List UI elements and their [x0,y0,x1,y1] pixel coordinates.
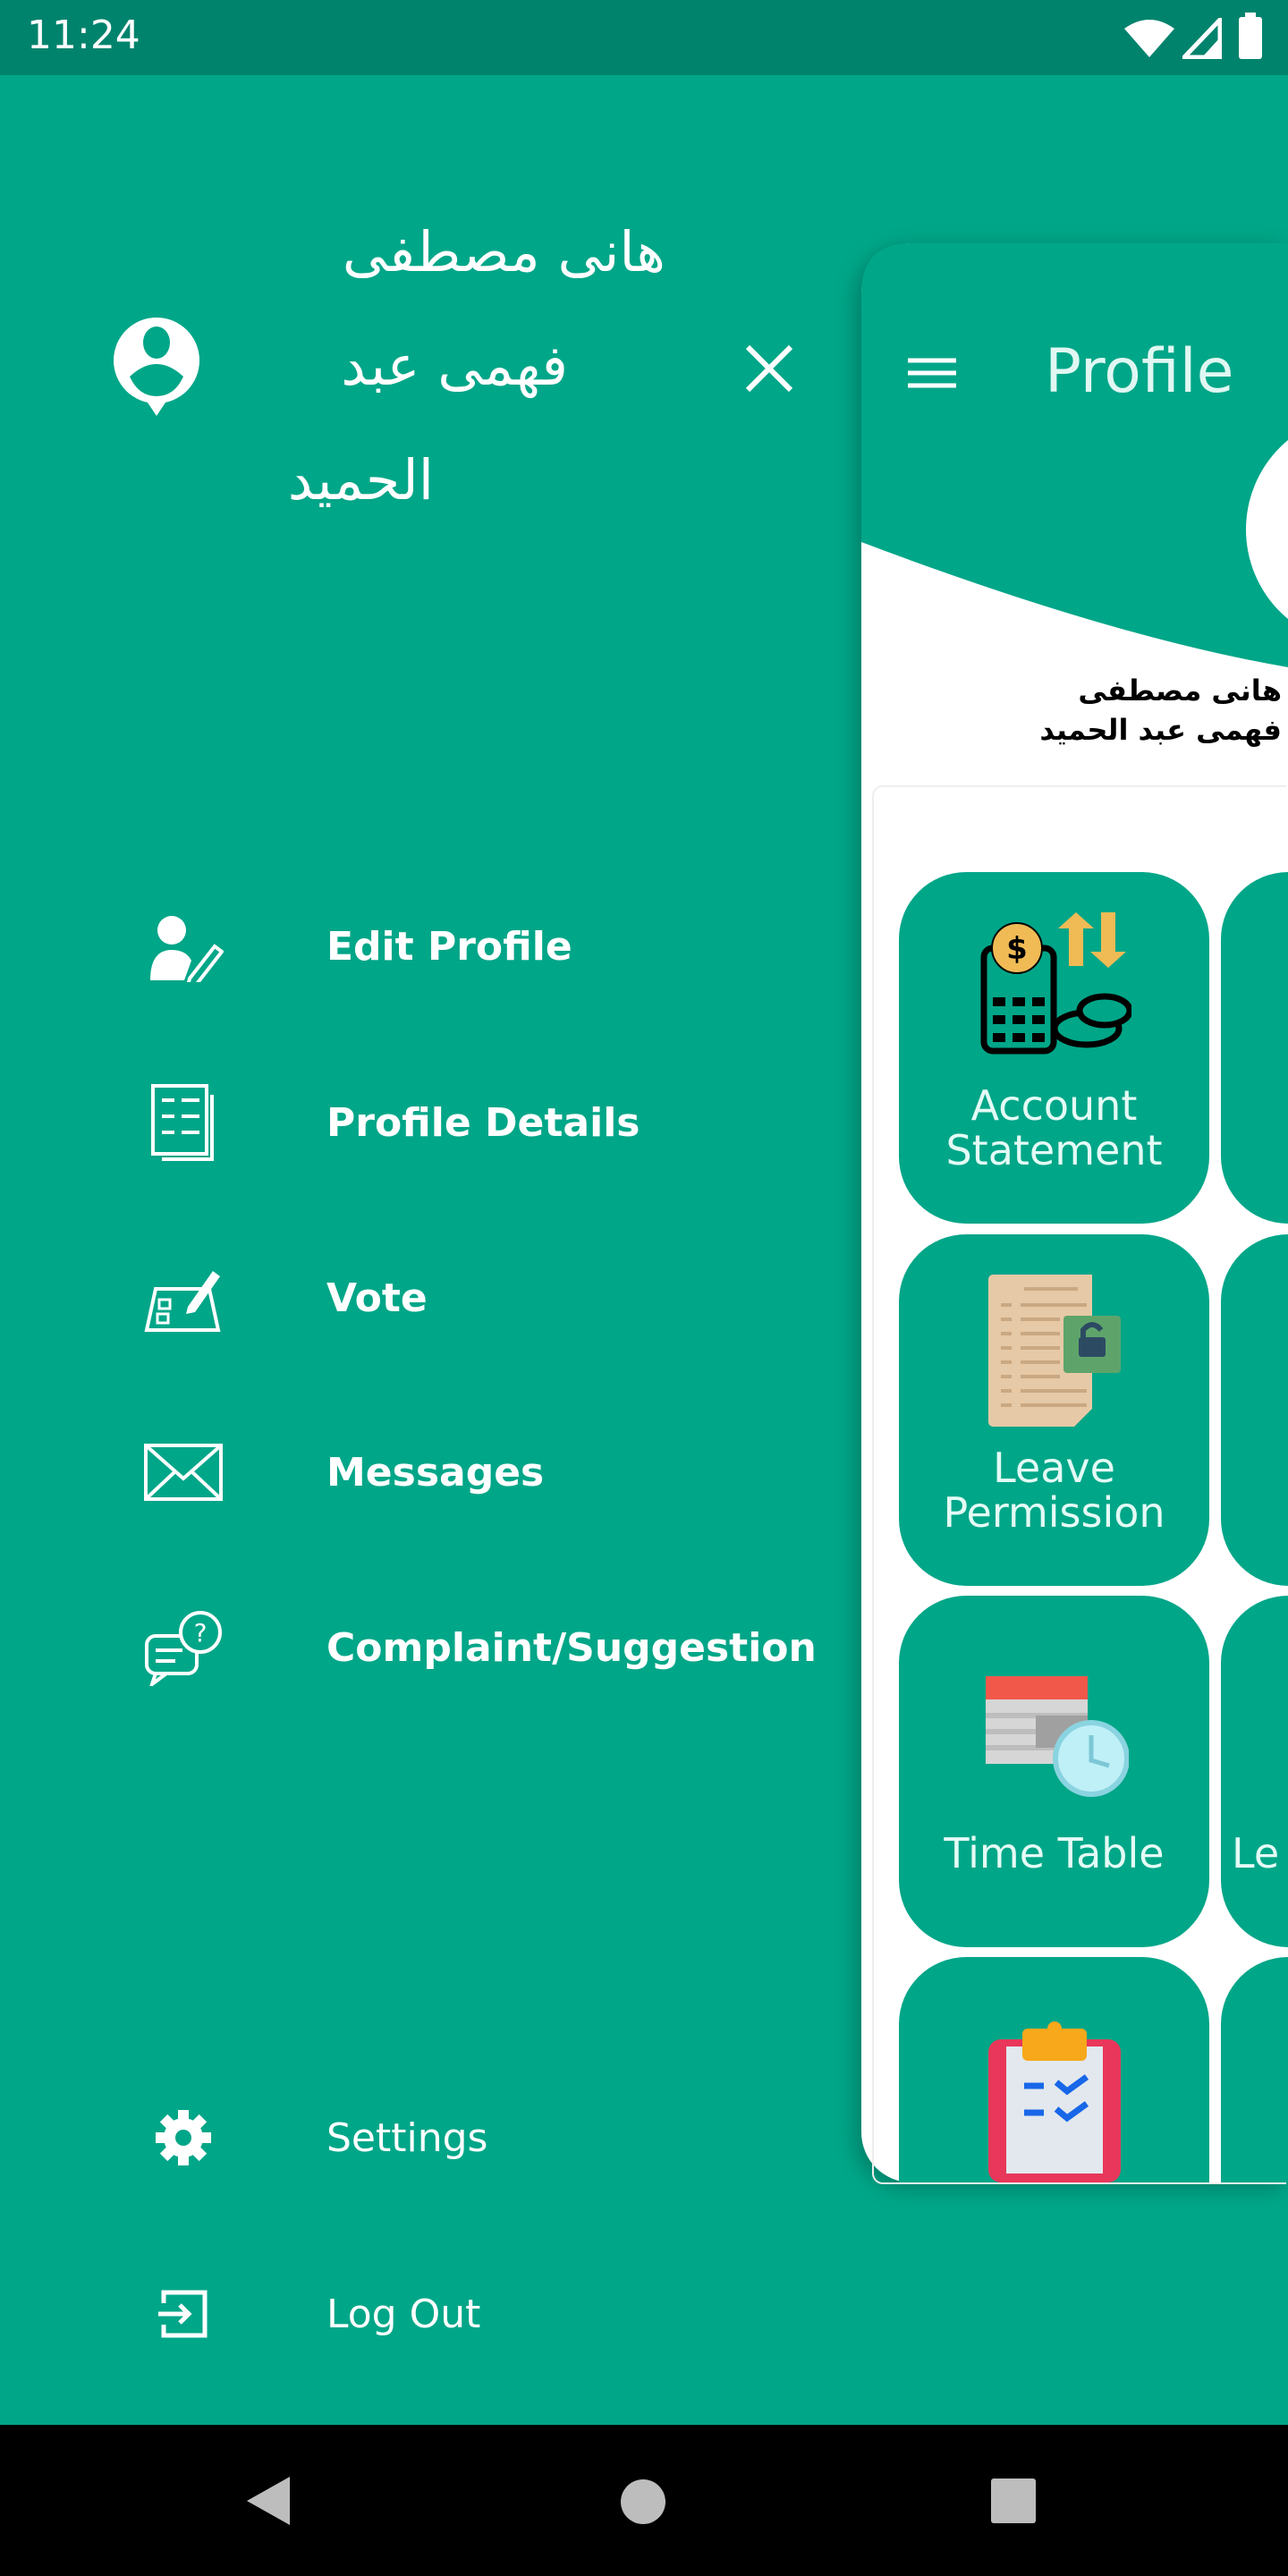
main-screen-card[interactable]: Profile هانى مصطفى فهمى عبد الحميد $ Acc… [861,243,1288,2184]
battery-icon [1239,13,1262,59]
menu-label: Settings [326,2114,488,2161]
home-icon[interactable] [620,2479,666,2525]
page-title: Profile [1045,336,1234,407]
menu-label: Profile Details [326,1099,640,1146]
status-time: 11:24 [27,13,140,58]
menu-item-edit-profile[interactable]: Edit Profile [134,893,778,1000]
system-nav-bar [0,2425,1288,2576]
menu-label: Vote [326,1275,428,1321]
chat-question-icon: ? [134,1603,233,1692]
status-bar: 11:24 [0,0,1288,75]
envelope-icon [134,1428,233,1517]
menu-item-profile-details[interactable]: Profile Details [134,1069,778,1176]
menu-item-vote[interactable]: Vote [134,1244,778,1352]
tile-label-line: Time Table [944,1829,1165,1877]
ballot-icon [134,1253,233,1343]
user-name-line-2: فهمى عبد [341,333,568,398]
back-icon[interactable] [245,2475,292,2527]
checklist-icon [988,2021,1121,2182]
tile-label-line: Statement [945,1126,1163,1174]
account-statement-icon: $ [980,912,1131,1055]
tile-time-table[interactable]: Time Table [899,1596,1209,1947]
gear-icon [134,2093,233,2182]
tile-partial[interactable]: Le [1221,1596,1288,1947]
menu-label: Log Out [326,2291,481,2337]
menu-item-messages[interactable]: Messages [134,1419,778,1526]
tile-partial[interactable] [1221,1234,1288,1586]
menu-item-settings[interactable]: Settings [134,2084,778,2191]
tile-partial[interactable] [1221,1957,1288,2182]
user-name-line-3: الحميد [287,447,434,513]
tile-label-partial: Le [1232,1829,1280,1877]
close-icon[interactable] [744,343,794,394]
logout-icon [134,2269,233,2359]
header-curve [861,243,1288,667]
menu-label: Messages [326,1449,545,1496]
tile-account-statement[interactable]: $ Account Statement [899,872,1209,1224]
edit-profile-icon [134,902,233,991]
tile-leave-permission[interactable]: Leave Permission [899,1234,1209,1586]
svg-text:?: ? [194,1618,208,1648]
profile-user-name: هانى مصطفى فهمى عبد الحميد [1039,674,1282,747]
recents-icon[interactable] [991,2479,1036,2523]
menu-item-log-out[interactable]: Log Out [134,2260,778,2368]
user-name-line-1: هانى مصطفى [342,219,665,284]
timetable-icon [986,1676,1129,1797]
tile-partial[interactable] [1221,872,1288,1224]
document-list-icon [134,1078,233,1167]
menu-label: Complaint/Suggestion [326,1624,817,1671]
user-pin-icon [114,318,199,416]
tile-checklist[interactable] [899,1957,1209,2182]
wifi-icon [1124,20,1174,57]
tile-label-line: Account [970,1081,1138,1130]
tile-label-line: Permission [943,1488,1165,1537]
menu-label: Edit Profile [326,923,572,970]
hamburger-menu-icon[interactable] [908,358,956,388]
signal-icon [1182,18,1222,59]
tile-label-line: Leave [993,1444,1115,1492]
svg-text:$: $ [1006,931,1028,967]
menu-item-complaint-suggestion[interactable]: ? Complaint/Suggestion [134,1594,817,1701]
leave-permission-icon [988,1275,1121,1427]
